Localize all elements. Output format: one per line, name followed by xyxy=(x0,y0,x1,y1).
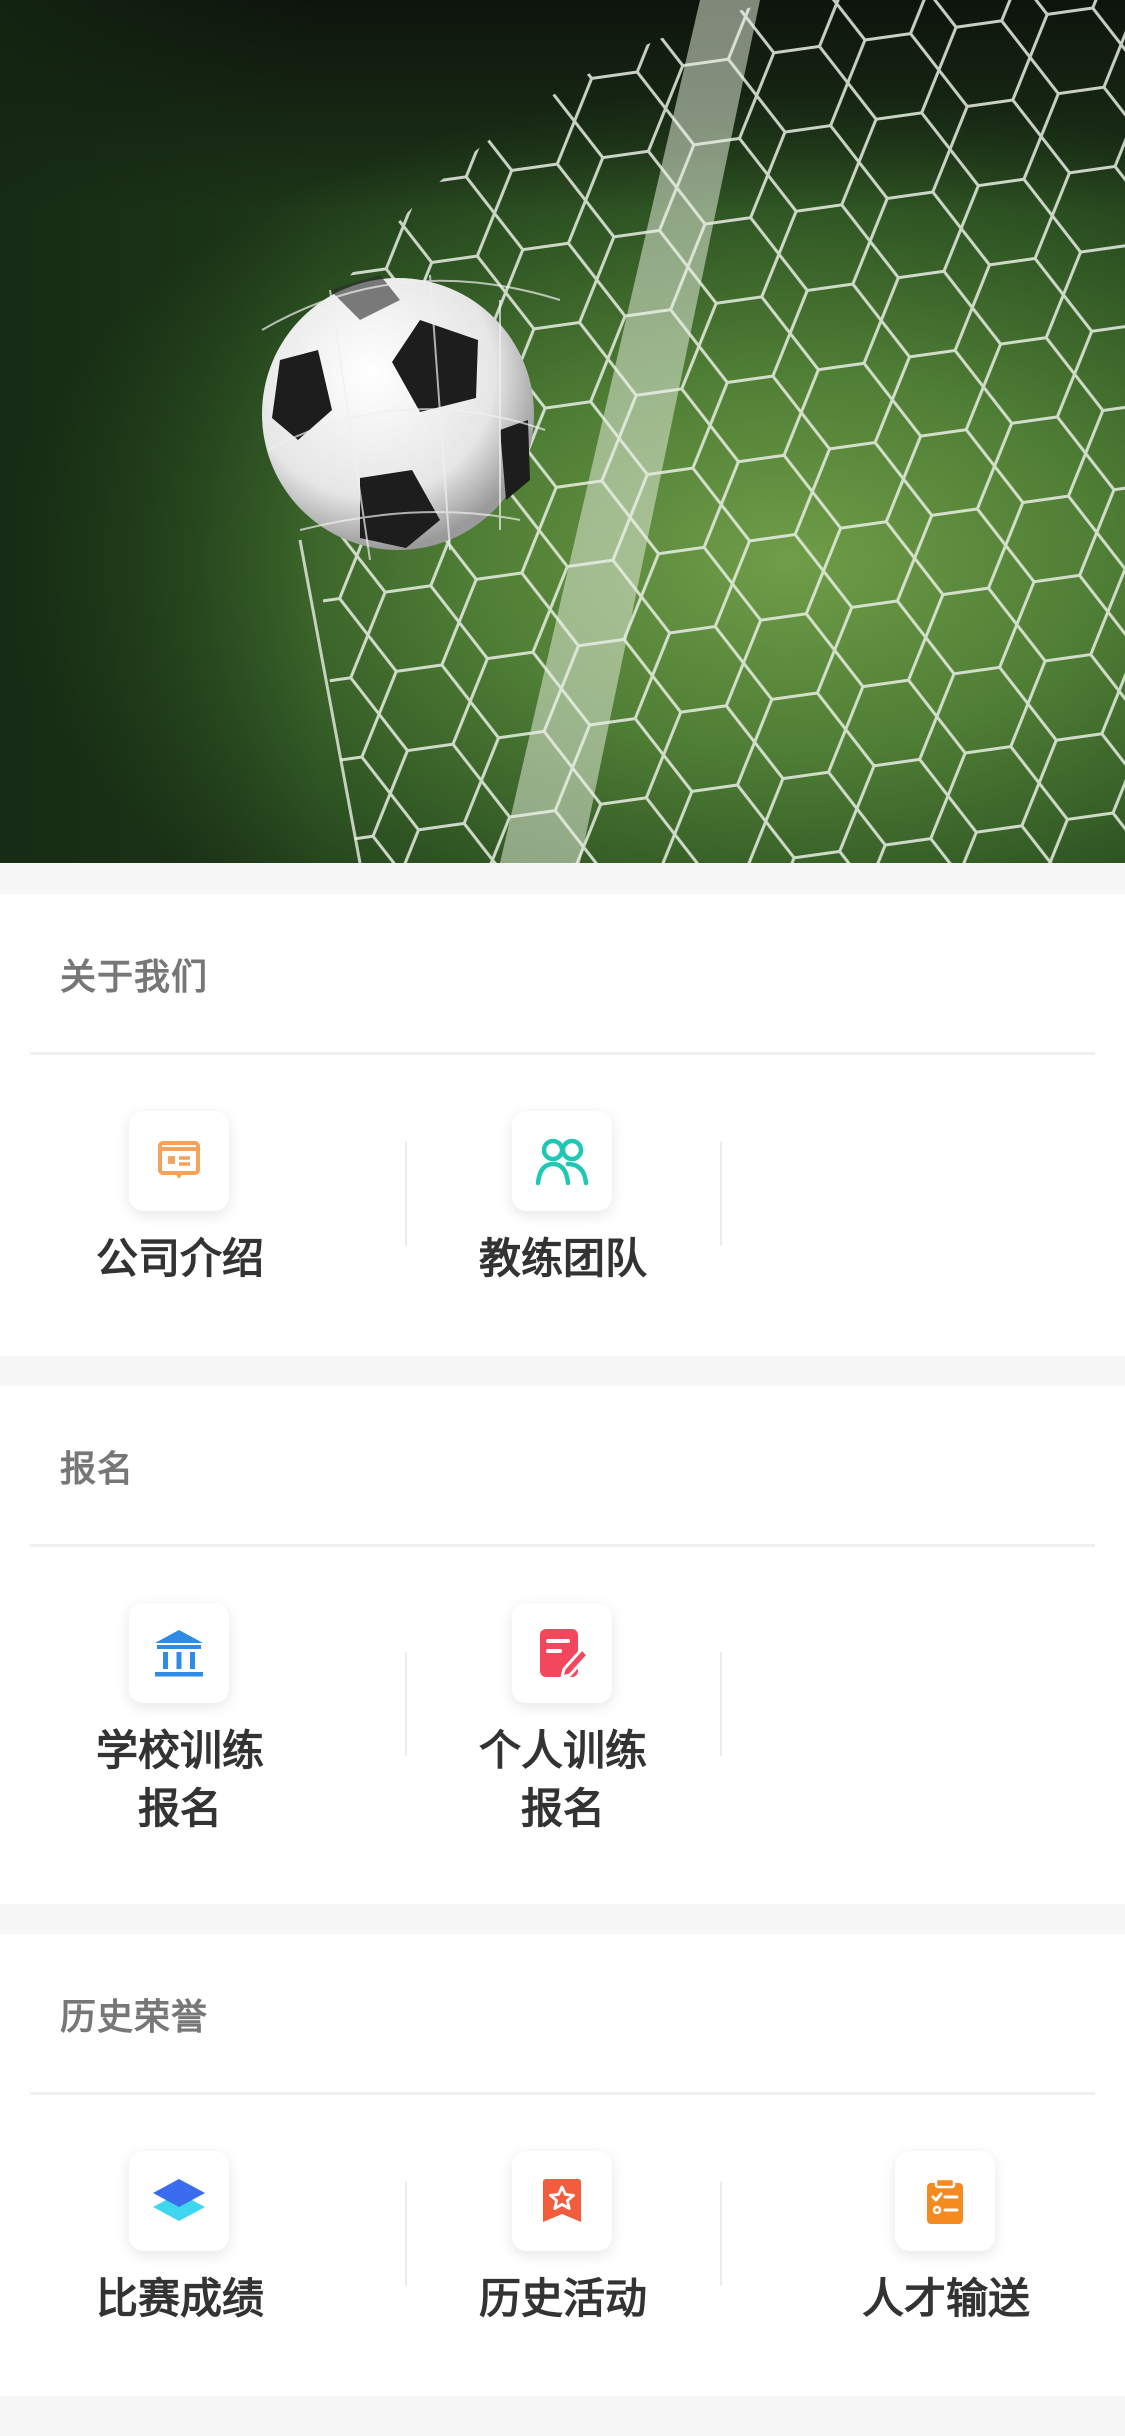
menu-item-label: 公司介绍 xyxy=(95,1234,264,1283)
star-bookmark-icon xyxy=(512,2151,612,2251)
section-history-honors: 历史荣誉 比赛成绩 历史活动 人才输送 xyxy=(0,1934,1125,2396)
vertical-divider xyxy=(720,1142,722,1246)
menu-item-personal-training-signup[interactable]: 个人训练 报名 xyxy=(383,1547,743,1897)
page: 关于我们 公司介绍 教练团队 报名 学校训练 报名 个人训练 报名 历史荣誉 比… xyxy=(0,0,1125,2436)
section-title: 关于我们 xyxy=(60,957,209,998)
menu-item-label: 历史活动 xyxy=(478,2274,647,2323)
menu-item-label: 比赛成绩 xyxy=(95,2274,264,2323)
menu-item-coach-team[interactable]: 教练团队 xyxy=(383,1055,743,1355)
section-about-us: 关于我们 公司介绍 教练团队 xyxy=(0,894,1125,1356)
menu-item-label: 教练团队 xyxy=(478,1234,647,1283)
section-title: 历史荣誉 xyxy=(60,1997,209,2038)
layers-stack-icon xyxy=(129,2151,229,2251)
menu-item-match-results[interactable]: 比赛成绩 xyxy=(0,2095,360,2395)
vertical-divider xyxy=(720,1652,722,1756)
menu-item-school-training-signup[interactable]: 学校训练 报名 xyxy=(0,1547,360,1897)
section-title: 报名 xyxy=(60,1449,135,1490)
menu-item-company-intro[interactable]: 公司介绍 xyxy=(0,1055,360,1355)
section-registration: 报名 学校训练 报名 个人训练 报名 xyxy=(0,1386,1125,1904)
people-group-icon xyxy=(512,1111,612,1211)
presentation-board-icon xyxy=(129,1111,229,1211)
soccer-net-illustration xyxy=(0,0,1125,863)
clipboard-checklist-icon xyxy=(895,2151,995,2251)
menu-item-talent-delivery[interactable]: 人才输送 xyxy=(766,2095,1125,2395)
menu-item-label: 个人训练 报名 xyxy=(478,1726,647,1833)
menu-item-history-activities[interactable]: 历史活动 xyxy=(383,2095,743,2395)
menu-item-label: 人才输送 xyxy=(861,2274,1030,2323)
vertical-divider xyxy=(720,2182,722,2286)
school-building-icon xyxy=(129,1603,229,1703)
hero-banner-image xyxy=(0,0,1125,863)
edit-form-icon xyxy=(512,1603,612,1703)
menu-item-label: 学校训练 报名 xyxy=(95,1726,264,1833)
